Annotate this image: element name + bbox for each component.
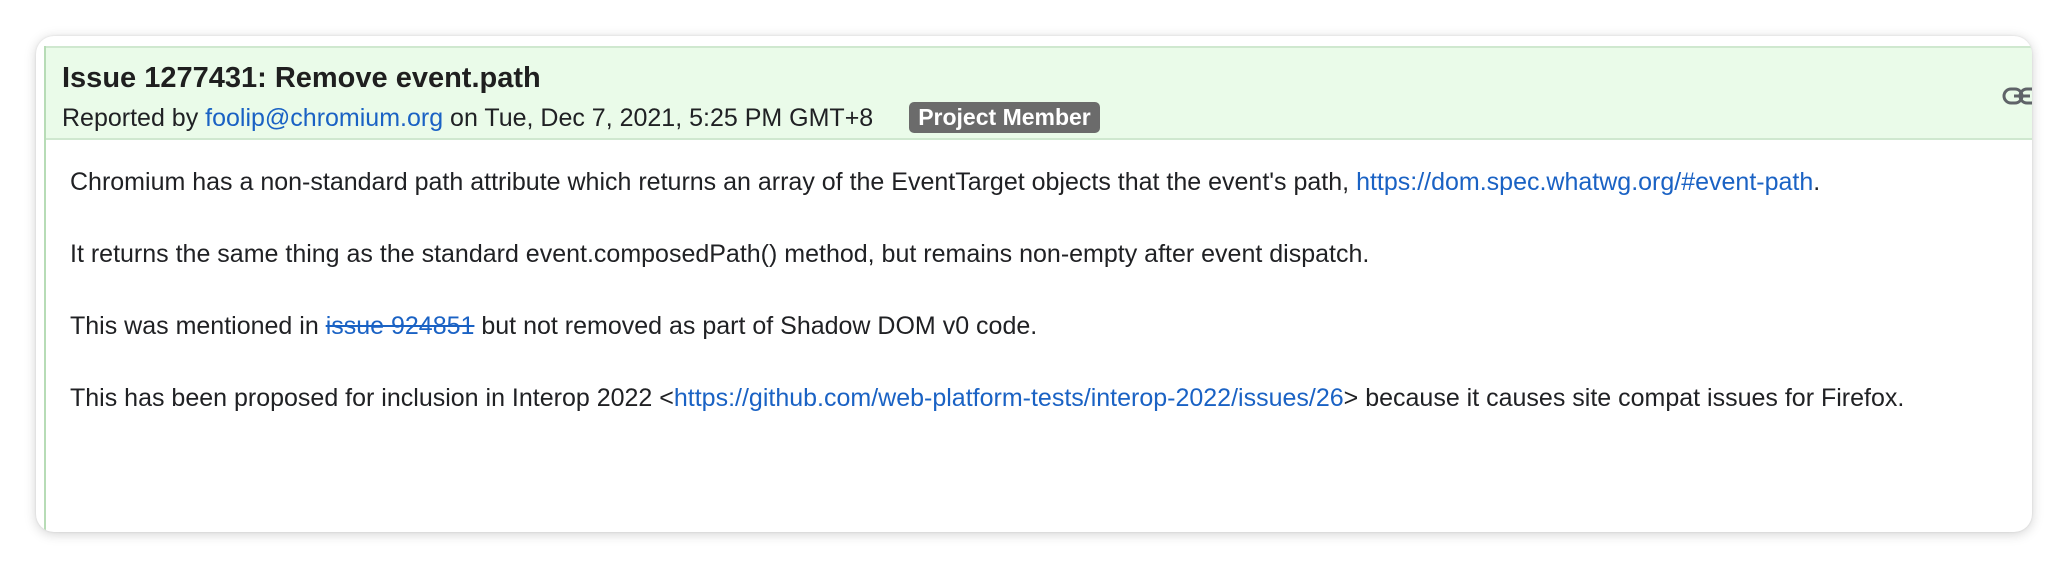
project-member-badge: Project Member — [909, 102, 1100, 133]
reporter-link[interactable]: foolip@chromium.org — [205, 104, 443, 132]
issue-description-panel: Issue 1277431: Remove event.path Reporte… — [44, 46, 2032, 532]
reported-date: on Tue, Dec 7, 2021, 5:25 PM GMT+8 — [443, 104, 874, 132]
issue-card: Issue 1277431: Remove event.path Reporte… — [36, 36, 2032, 532]
description-text: but not removed as part of Shadow DOM v0… — [474, 312, 1038, 340]
description-text: . — [1813, 168, 1821, 196]
related-issue-link[interactable]: issue 924851 — [326, 312, 475, 340]
reported-by-label: Reported by — [62, 104, 206, 132]
description-text: > because it causes site compat issues f… — [1343, 384, 1905, 412]
link-icon[interactable] — [2002, 84, 2032, 108]
issue-description-body: Chromium has a non-standard path attribu… — [70, 164, 2026, 452]
issue-title: Issue 1277431: Remove event.path — [62, 62, 541, 94]
description-paragraph: Chromium has a non-standard path attribu… — [70, 164, 2026, 200]
issue-meta: Reported by foolip@chromium.org on Tue, … — [62, 102, 1100, 134]
description-paragraph: This has been proposed for inclusion in … — [70, 380, 2026, 416]
description-text: This has been proposed for inclusion in … — [70, 384, 674, 412]
description-text: Chromium has a non-standard path attribu… — [70, 168, 1357, 196]
description-paragraph: This was mentioned in issue 924851 but n… — [70, 308, 2026, 344]
interop-issue-link[interactable]: https://github.com/web-platform-tests/in… — [674, 384, 1344, 412]
description-paragraph: It returns the same thing as the standar… — [70, 240, 1370, 268]
spec-link[interactable]: https://dom.spec.whatwg.org/#event-path — [1356, 168, 1813, 196]
issue-header: Issue 1277431: Remove event.path Reporte… — [46, 46, 2032, 140]
description-text: This was mentioned in — [70, 312, 326, 340]
